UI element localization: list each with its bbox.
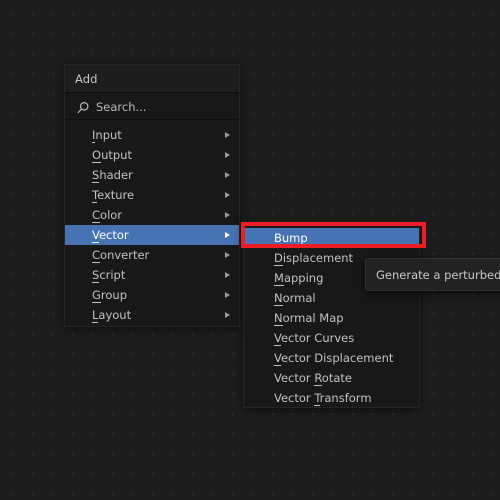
chevron-right-icon [225,132,230,138]
chevron-right-icon [225,252,230,258]
add-menu-title: Add [75,72,98,86]
add-menu-item-label: Output [92,148,132,163]
add-menu-item-label: Converter [92,248,150,263]
add-menu-item-label: Texture [92,188,135,203]
chevron-right-icon [225,192,230,198]
tooltip-text: Generate a perturbed norm [376,268,500,282]
add-menu-item-group[interactable]: Group [65,285,239,305]
add-menu-item-shader[interactable]: Shader [65,165,239,185]
chevron-right-icon [225,312,230,318]
vector-submenu-item-label: Vector Transform [274,391,372,406]
vector-submenu-item-vector-rotate[interactable]: Vector Rotate [244,368,419,388]
search-icon [76,100,90,114]
chevron-right-icon [225,292,230,298]
add-menu-item-script[interactable]: Script [65,265,239,285]
add-menu-header: Add [65,65,239,93]
add-menu-item-color[interactable]: Color [65,205,239,225]
vector-submenu-item-normal[interactable]: Normal [244,288,419,308]
vector-submenu-item-label: Normal Map [274,311,344,326]
add-menu-item-layout[interactable]: Layout [65,305,239,325]
chevron-right-icon [225,212,230,218]
vector-submenu-item-label: Mapping [274,271,324,286]
add-menu-item-input[interactable]: Input [65,125,239,145]
chevron-right-icon [225,232,230,238]
add-menu-item-converter[interactable]: Converter [65,245,239,265]
add-menu-item-label: Color [92,208,123,223]
add-menu-item-label: Layout [92,308,132,323]
tooltip: Generate a perturbed norm [365,258,500,291]
vector-submenu-item-vector-transform[interactable]: Vector Transform [244,388,419,408]
chevron-right-icon [225,272,230,278]
add-menu-item-label: Vector [92,228,129,243]
vector-submenu-item-label: Vector Curves [274,331,355,346]
add-menu-item-texture[interactable]: Texture [65,185,239,205]
chevron-right-icon [225,152,230,158]
chevron-right-icon [225,172,230,178]
add-menu-item-vector[interactable]: Vector [65,225,239,245]
add-menu-item-label: Input [92,128,122,143]
vector-submenu-item-label: Bump [274,231,308,246]
node-editor-canvas[interactable]: Add Search... Input Output Shader Texture Co… [0,0,500,500]
vector-submenu-item-label: Vector Displacement [274,351,394,366]
vector-submenu-panel[interactable]: Bump Displacement Mapping Normal Normal Map V… [243,224,420,408]
vector-submenu-item-vector-curves[interactable]: Vector Curves [244,328,419,348]
add-menu-item-label: Group [92,288,128,303]
vector-submenu-item-bump[interactable]: Bump [244,228,419,248]
add-menu-item-output[interactable]: Output [65,145,239,165]
vector-submenu-item-normal-map[interactable]: Normal Map [244,308,419,328]
vector-submenu-item-label: Displacement [274,251,354,266]
vector-submenu-item-label: Vector Rotate [274,371,352,386]
add-menu-item-label: Script [92,268,126,283]
vector-submenu-item-list: Bump Displacement Mapping Normal Normal Map V… [244,228,419,408]
vector-submenu-item-label: Normal [274,291,316,306]
search-row[interactable]: Search... [65,94,239,120]
add-menu-item-list: Input Output Shader Texture Color Vector Conve… [65,125,239,325]
vector-submenu-item-vector-displacement[interactable]: Vector Displacement [244,348,419,368]
search-input[interactable]: Search... [96,100,146,114]
add-menu-panel[interactable]: Add Search... Input Output Shader Texture Co… [64,64,240,327]
add-menu-item-label: Shader [92,168,133,183]
